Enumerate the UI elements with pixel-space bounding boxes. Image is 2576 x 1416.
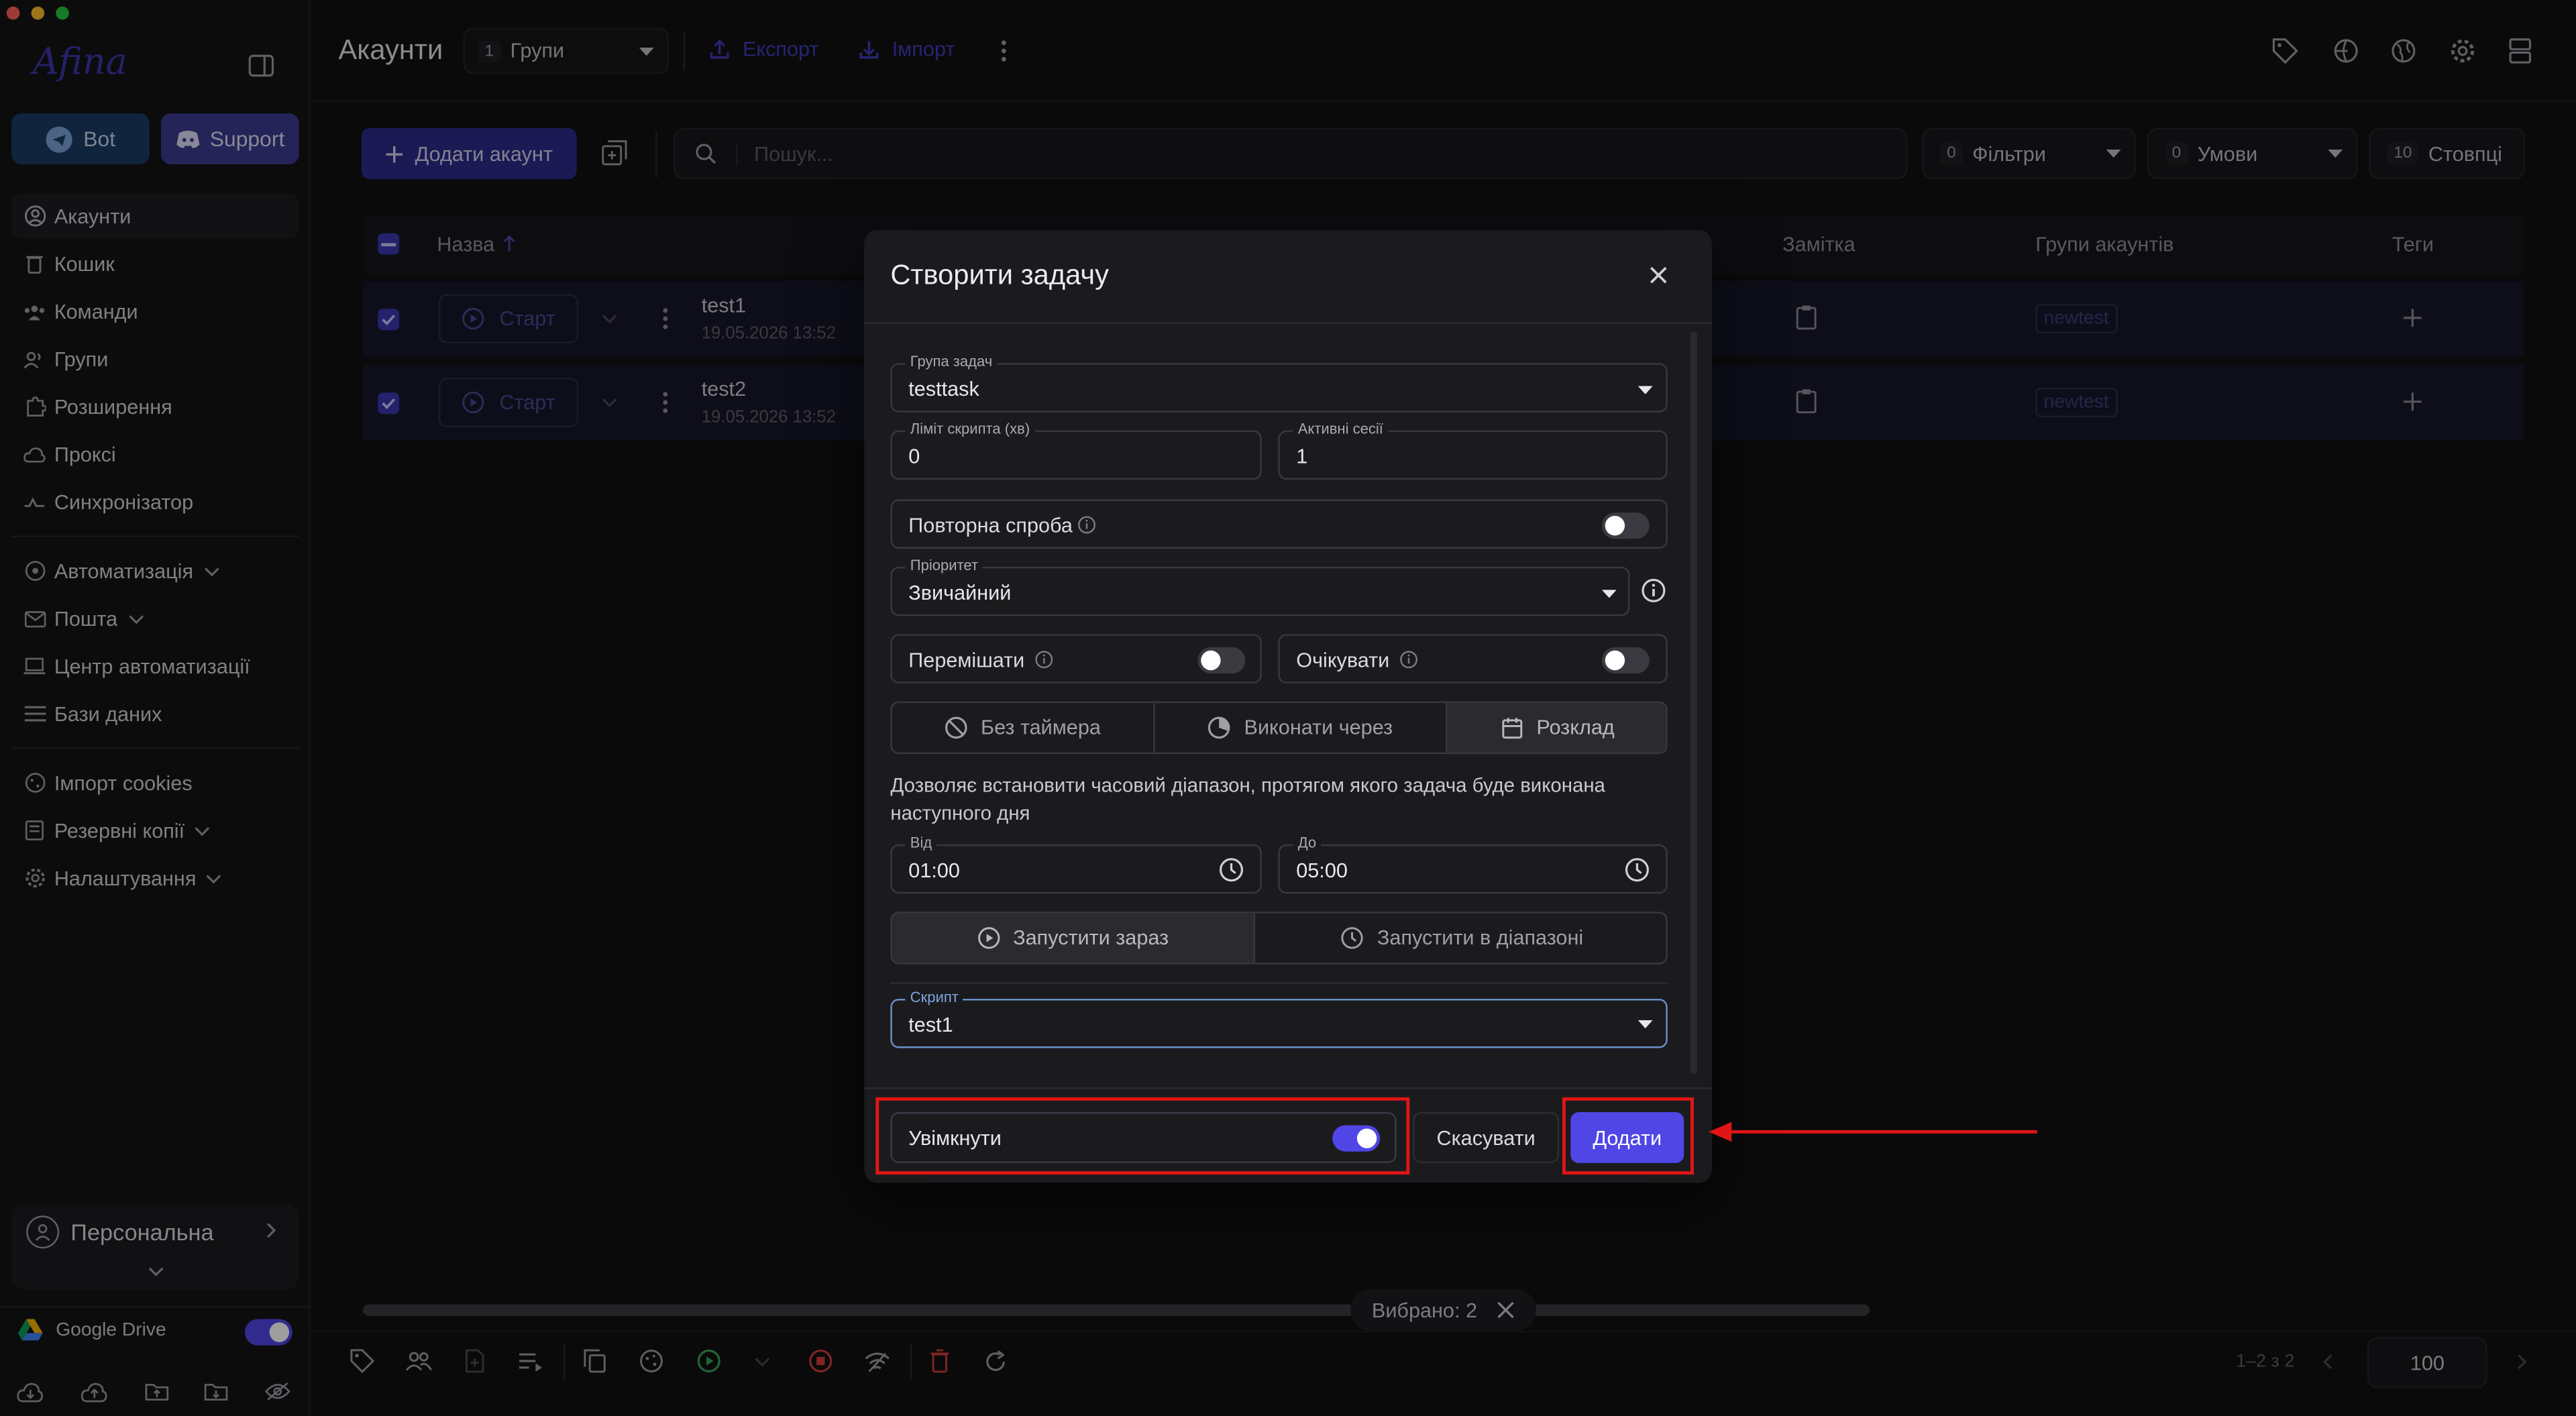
task-group-value: testtask bbox=[908, 378, 979, 401]
script-value: test1 bbox=[908, 1014, 953, 1037]
priority-label: Пріоритет bbox=[905, 557, 983, 574]
script-limit-input[interactable]: Ліміт скрипта (хв) 0 bbox=[890, 420, 1262, 480]
active-sessions-value: 1 bbox=[1296, 445, 1308, 468]
timer-mode-tabs: Без таймера Виконати через Розклад bbox=[890, 701, 1668, 755]
no-timer-icon bbox=[945, 716, 967, 739]
clock-icon bbox=[1341, 926, 1364, 949]
time-from-value: 01:00 bbox=[908, 859, 960, 883]
create-task-dialog: Створити задачу Група задач testtask Лім… bbox=[864, 229, 1712, 1183]
task-group-label: Група задач bbox=[905, 353, 998, 370]
annotation-arrow bbox=[1708, 1122, 2037, 1142]
retry-row: Повторна спроба bbox=[890, 499, 1668, 549]
active-sessions-label: Активні сесії bbox=[1293, 420, 1389, 437]
script-limit-label: Ліміт скрипта (хв) bbox=[905, 420, 1035, 437]
clock-icon[interactable] bbox=[1625, 857, 1650, 882]
script-limit-value: 0 bbox=[908, 445, 920, 468]
retry-toggle[interactable] bbox=[1601, 512, 1650, 539]
time-to-label: До bbox=[1293, 834, 1322, 851]
wait-row: Очікувати bbox=[1278, 634, 1668, 684]
time-to-input[interactable]: До 05:00 bbox=[1278, 834, 1668, 894]
tab-schedule[interactable]: Розклад bbox=[1447, 703, 1666, 753]
close-icon[interactable] bbox=[1650, 266, 1668, 284]
shuffle-row: Перемішати bbox=[890, 634, 1262, 684]
tab-label: Без таймера bbox=[980, 716, 1101, 740]
cancel-button[interactable]: Скасувати bbox=[1413, 1111, 1560, 1163]
shuffle-toggle[interactable] bbox=[1197, 647, 1246, 674]
dialog-header-divider bbox=[864, 322, 1712, 324]
highlight-enable-box bbox=[875, 1097, 1410, 1175]
caret-down-icon bbox=[1638, 1020, 1653, 1029]
time-from-label: Від bbox=[905, 834, 937, 851]
calendar-icon bbox=[1502, 716, 1523, 739]
task-group-select[interactable]: Група задач testtask bbox=[890, 353, 1668, 413]
tab-label: Запустити в діапазоні bbox=[1377, 926, 1584, 950]
info-icon[interactable] bbox=[1078, 516, 1096, 534]
wait-toggle[interactable] bbox=[1601, 647, 1650, 674]
play-circle-icon bbox=[977, 926, 1000, 949]
retry-label: Повторна спроба bbox=[908, 514, 1073, 537]
info-icon[interactable] bbox=[1642, 578, 1666, 603]
tab-run-in-range[interactable]: Запустити в діапазоні bbox=[1255, 914, 1666, 963]
cancel-label: Скасувати bbox=[1436, 1126, 1536, 1150]
info-icon[interactable] bbox=[1035, 651, 1053, 669]
schedule-description: Дозволяє встановити часовий діапазон, пр… bbox=[890, 773, 1605, 825]
dialog-scrollbar[interactable] bbox=[1690, 331, 1697, 1075]
tab-label: Виконати через bbox=[1244, 716, 1393, 740]
wait-label: Очікувати bbox=[1296, 649, 1390, 672]
info-icon[interactable] bbox=[1400, 651, 1418, 669]
tab-run-after[interactable]: Виконати через bbox=[1155, 703, 1448, 753]
section-divider bbox=[890, 982, 1668, 984]
caret-down-icon bbox=[1601, 590, 1617, 598]
priority-select[interactable]: Пріоритет Звичайний bbox=[890, 557, 1630, 616]
tab-run-now[interactable]: Запустити зараз bbox=[892, 913, 1256, 963]
dialog-footer-divider bbox=[864, 1087, 1712, 1089]
timer-icon bbox=[1208, 716, 1231, 739]
priority-value: Звичайний bbox=[908, 581, 1012, 605]
shuffle-label: Перемішати bbox=[908, 649, 1025, 672]
highlight-add-box bbox=[1562, 1097, 1694, 1175]
script-select[interactable]: Скрипт test1 bbox=[890, 989, 1668, 1048]
run-mode-tabs: Запустити зараз Запустити в діапазоні bbox=[890, 912, 1668, 965]
time-from-input[interactable]: Від 01:00 bbox=[890, 834, 1262, 894]
script-label: Скрипт bbox=[905, 989, 964, 1005]
dialog-title: Створити задачу bbox=[890, 259, 1109, 291]
tab-no-timer[interactable]: Без таймера bbox=[892, 703, 1155, 753]
caret-down-icon bbox=[1638, 386, 1653, 394]
tab-label: Запустити зараз bbox=[1013, 926, 1169, 950]
time-to-value: 05:00 bbox=[1296, 859, 1348, 883]
tab-label: Розклад bbox=[1536, 716, 1615, 740]
active-sessions-input[interactable]: Активні сесії 1 bbox=[1278, 420, 1668, 480]
clock-icon[interactable] bbox=[1219, 857, 1244, 882]
